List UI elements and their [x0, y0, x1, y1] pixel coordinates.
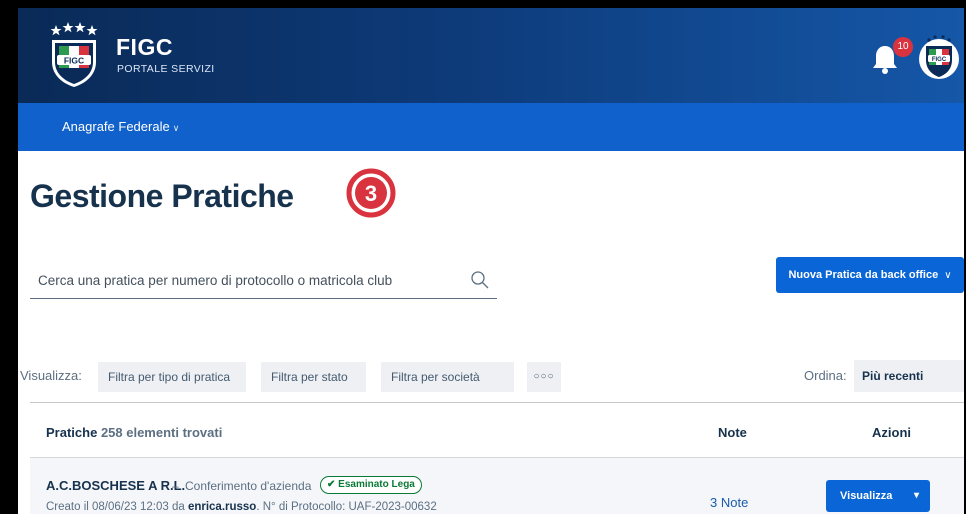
column-header-note: Note: [718, 425, 747, 440]
app-window: FIGC FIGC PORTALE SERVIZI 10 FIGC Anagra…: [18, 8, 964, 514]
sort-select[interactable]: Più recenti: [854, 360, 964, 392]
filter-by-company[interactable]: Filtra per società: [381, 362, 514, 392]
table-row: A.C.BOSCHESE A R.L. – Conferimento d'azi…: [30, 458, 964, 514]
row-notes-link[interactable]: 3 Note: [710, 495, 748, 510]
row-separator: –: [172, 479, 179, 493]
figc-logo[interactable]: FIGC: [46, 22, 102, 88]
dropdown-caret-icon[interactable]: ▾: [914, 480, 919, 512]
page-title: Gestione Pratiche: [30, 178, 294, 214]
new-practice-button[interactable]: Nuova Pratica da back office ∨: [776, 257, 964, 293]
row-meta-prefix: Creato il 08/06/23 12:03 da: [46, 501, 188, 513]
chevron-down-icon: ∨: [172, 123, 180, 133]
row-meta-user: enrica.russo: [187, 501, 257, 513]
search-field: [30, 263, 497, 299]
view-button[interactable]: Visualizza ▾: [826, 480, 930, 512]
more-filters-icon[interactable]: ○○○: [527, 362, 561, 392]
brand-title: FIGC: [116, 34, 173, 60]
table-title: Pratiche 258 elementi trovati: [46, 425, 222, 440]
brand-subtitle: PORTALE SERVIZI: [117, 63, 215, 75]
filter-by-type[interactable]: Filtra per tipo di pratica: [98, 362, 246, 392]
step-number-marker: 3: [346, 168, 396, 218]
main-nav: Anagrafe Federale ∨: [18, 103, 964, 151]
status-badge: ✔ Esaminato Lega: [320, 476, 422, 494]
filters-label: Visualizza:: [20, 368, 82, 383]
row-meta-suffix: . N° di Protocollo: UAF-2023-00632: [256, 501, 437, 513]
search-input[interactable]: [38, 269, 458, 291]
view-button-label: Visualizza: [840, 490, 893, 502]
sort-label: Ordina:: [804, 368, 847, 383]
svg-text:FIGC: FIGC: [932, 57, 947, 63]
nav-item-anagrafe-federale[interactable]: Anagrafe Federale ∨: [62, 119, 179, 134]
search-icon[interactable]: [470, 270, 490, 290]
row-practice-type: Conferimento d'azienda: [185, 479, 312, 493]
column-header-actions: Azioni: [872, 425, 911, 440]
top-header: FIGC FIGC PORTALE SERVIZI 10 FIGC: [18, 8, 964, 103]
results-count: 258 elementi trovati: [100, 425, 223, 440]
status-badge-label: Esaminato Lega: [338, 479, 415, 490]
row-meta: Creato il 08/06/23 12:03 da enrica.russo…: [46, 501, 437, 513]
row-company-name[interactable]: A.C.BOSCHESE A R.L.: [46, 478, 185, 493]
new-practice-label: Nuova Pratica da back office: [788, 269, 939, 281]
user-avatar[interactable]: FIGC: [918, 34, 960, 80]
filter-by-state[interactable]: Filtra per stato: [261, 362, 366, 392]
chevron-down-icon: ∨: [944, 269, 952, 281]
nav-item-label: Anagrafe Federale: [62, 119, 170, 134]
notification-count-badge: 10: [893, 37, 913, 57]
svg-text:3: 3: [365, 181, 377, 206]
table-header: Pratiche 258 elementi trovati Note Azion…: [30, 402, 964, 458]
check-icon: ✔: [327, 479, 336, 490]
table-title-label: Pratiche: [46, 425, 98, 440]
svg-text:FIGC: FIGC: [64, 56, 84, 66]
